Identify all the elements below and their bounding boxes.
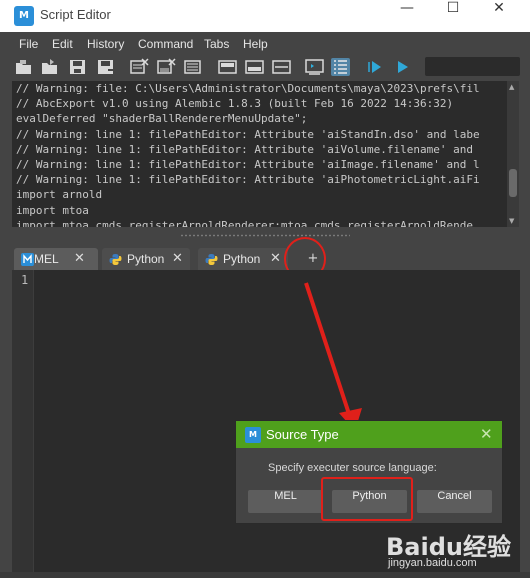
- output-line: // Warning: file: C:\Users\Administrator…: [16, 82, 480, 95]
- window-titlebar: M Script Editor — ☐ ✕: [0, 0, 530, 32]
- mel-button[interactable]: MEL: [248, 490, 323, 513]
- history-output-panel[interactable]: // Warning: file: C:\Users\Administrator…: [12, 81, 507, 227]
- maya-app-icon: M: [245, 427, 261, 443]
- tab-label: Python: [223, 252, 261, 266]
- tab-python-2[interactable]: Python ✕: [198, 248, 288, 270]
- maximize-button[interactable]: ☐: [430, 0, 476, 32]
- clear-all-icon[interactable]: [184, 58, 203, 76]
- output-line: // Warning: line 1: filePathEditor: Attr…: [16, 127, 480, 141]
- close-tab-icon[interactable]: ✕: [270, 251, 281, 266]
- cancel-button[interactable]: Cancel: [417, 490, 492, 513]
- menu-edit[interactable]: Edit: [52, 37, 73, 51]
- pane-splitter[interactable]: [0, 227, 530, 245]
- close-tab-icon[interactable]: ✕: [74, 251, 85, 266]
- source-script-icon[interactable]: [40, 58, 59, 76]
- output-line: import mtoa.cmds.registerArnoldRenderer;…: [16, 218, 473, 227]
- show-both-icon[interactable]: [272, 58, 291, 76]
- menu-file[interactable]: File: [19, 37, 38, 51]
- window-title: Script Editor: [40, 7, 111, 22]
- save-script-icon[interactable]: [68, 58, 87, 76]
- maya-app-icon: M: [14, 6, 34, 26]
- save-script-to-shelf-icon[interactable]: [96, 58, 115, 76]
- echo-all-commands-icon[interactable]: [305, 58, 324, 76]
- output-line: evalDeferred "shaderBallRendererMenuUpda…: [16, 112, 308, 126]
- tab-mel[interactable]: MEL ✕: [14, 248, 98, 270]
- maya-icon: [21, 253, 34, 266]
- menu-history[interactable]: History: [87, 37, 124, 51]
- dialog-title: Source Type: [266, 427, 339, 442]
- dialog-prompt: Specify executer source language:: [268, 462, 437, 474]
- python-button-highlight-box: [321, 477, 413, 521]
- close-window-button[interactable]: ✕: [476, 0, 522, 32]
- clear-input-icon[interactable]: [157, 58, 176, 76]
- baidu-watermark: Baidu经验 jingyan.baidu.com: [386, 527, 521, 569]
- output-line: // Warning: line 1: filePathEditor: Attr…: [16, 142, 473, 156]
- splitter-grip-icon[interactable]: [180, 234, 350, 237]
- tab-label: MEL: [34, 252, 59, 266]
- scrollbar-thumb[interactable]: [509, 169, 517, 197]
- open-script-icon[interactable]: [14, 58, 33, 76]
- scroll-down-icon[interactable]: ▼: [509, 217, 514, 225]
- dialog-titlebar: M Source Type ✕: [236, 421, 502, 448]
- dialog-close-icon[interactable]: ✕: [480, 425, 493, 443]
- show-input-icon[interactable]: [245, 58, 264, 76]
- line-number-gutter: 1: [12, 270, 34, 572]
- minimize-button[interactable]: —: [384, 0, 430, 32]
- toolbar: [0, 54, 530, 80]
- scroll-up-icon[interactable]: ▲: [509, 83, 514, 91]
- editor-tab-bar: MEL ✕ Python ✕ Python ✕ +: [12, 246, 520, 270]
- watermark-url: jingyan.baidu.com: [388, 557, 477, 569]
- python-icon: [205, 253, 218, 266]
- output-line: // AbcExport v1.0 using Alembic 1.8.3 (b…: [16, 97, 454, 111]
- output-line: // Warning: line 1: filePathEditor: Attr…: [16, 173, 480, 187]
- menu-help[interactable]: Help: [243, 37, 268, 51]
- tab-label: Python: [127, 252, 165, 266]
- bottom-strip: [0, 572, 530, 578]
- output-line: import arnold: [16, 188, 103, 202]
- python-icon: [109, 253, 122, 266]
- clear-history-icon[interactable]: [130, 58, 149, 76]
- output-line: import mtoa: [16, 203, 89, 217]
- output-scrollbar[interactable]: ▲ ▼: [507, 81, 519, 227]
- close-tab-icon[interactable]: ✕: [172, 251, 183, 266]
- execute-all-icon[interactable]: [366, 58, 385, 76]
- execute-icon[interactable]: [393, 58, 412, 76]
- menu-tabs[interactable]: Tabs: [204, 37, 229, 51]
- show-line-numbers-icon[interactable]: [331, 58, 350, 76]
- tab-python-1[interactable]: Python ✕: [102, 248, 190, 270]
- menu-command[interactable]: Command: [138, 37, 193, 51]
- show-history-icon[interactable]: [218, 58, 237, 76]
- output-line: // Warning: line 1: filePathEditor: Attr…: [16, 157, 480, 171]
- line-number: 1: [21, 273, 29, 287]
- menu-bar: File Edit History Command Tabs Help: [0, 32, 530, 54]
- command-search-field[interactable]: [425, 57, 520, 76]
